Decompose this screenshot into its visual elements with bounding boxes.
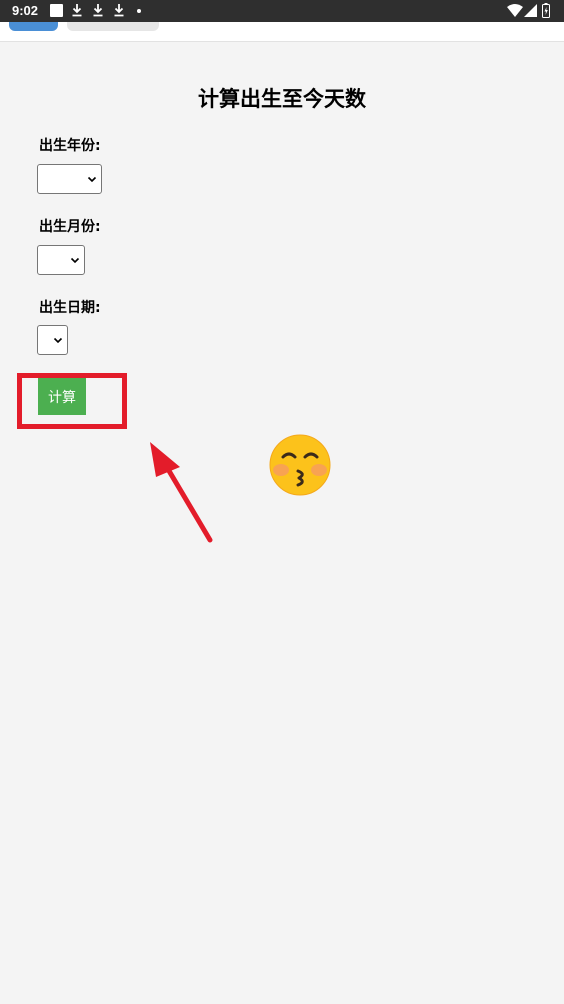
page-title: 计算出生至今天数 — [198, 87, 366, 111]
battery-icon — [542, 3, 550, 18]
chevron-down-icon — [87, 176, 97, 183]
tab-strip — [0, 22, 564, 42]
wifi-icon — [507, 4, 523, 17]
day-label: 出生日期: — [39, 300, 101, 316]
month-select[interactable] — [37, 245, 85, 275]
year-select[interactable] — [37, 164, 102, 194]
tab-inactive[interactable] — [67, 22, 159, 31]
dot-icon — [137, 9, 141, 13]
chevron-down-icon — [70, 257, 80, 264]
day-select[interactable] — [37, 325, 68, 355]
year-label: 出生年份: — [39, 138, 101, 154]
download-icon — [93, 4, 103, 17]
chevron-down-icon — [53, 337, 63, 344]
status-bar: 9:02 — [0, 0, 564, 22]
download-icon — [114, 4, 124, 17]
highlight-box — [17, 373, 127, 429]
square-notification-icon — [50, 4, 63, 17]
red-arrow-icon — [150, 442, 213, 543]
tab-active[interactable] — [9, 22, 58, 31]
month-label: 出生月份: — [39, 219, 101, 235]
signal-icon — [524, 4, 537, 17]
download-icon — [72, 4, 82, 17]
status-time: 9:02 — [12, 3, 39, 18]
kissing-face-icon — [269, 434, 331, 496]
